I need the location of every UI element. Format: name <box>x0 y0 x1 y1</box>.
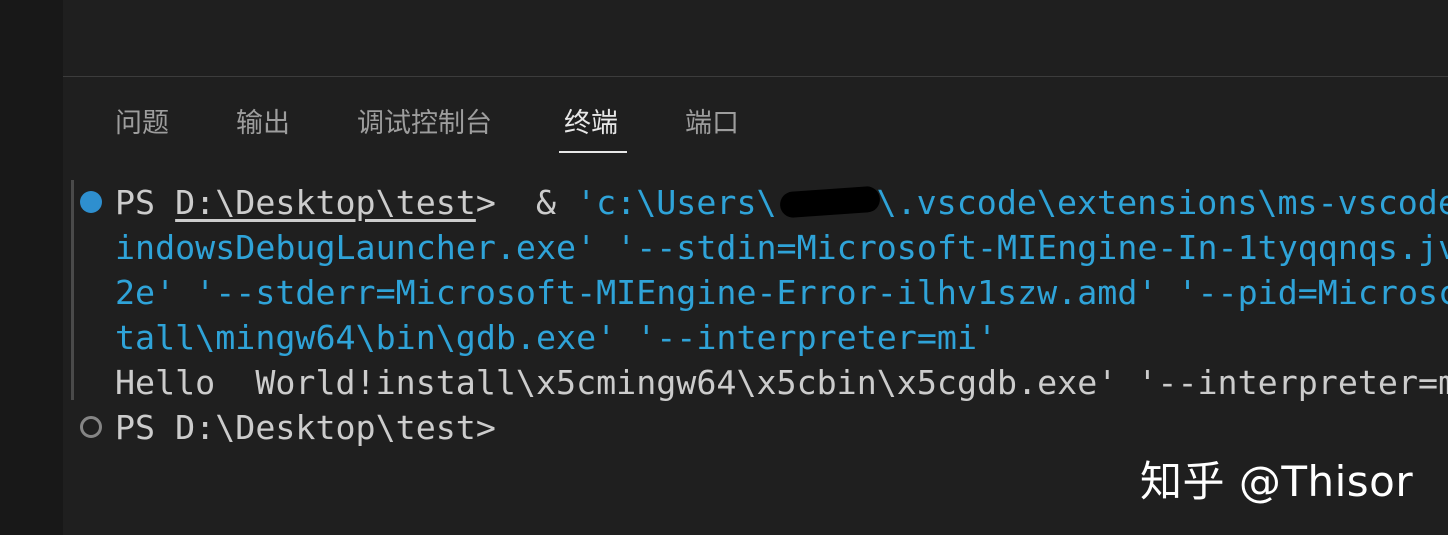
terminal-line-2: indowsDebugLauncher.exe' '--stdin=Micros… <box>115 228 1448 267</box>
tab-problems[interactable]: 问题 <box>115 107 169 141</box>
command-success-decoration-icon[interactable] <box>80 191 102 213</box>
prompt-suffix: > & <box>475 183 577 222</box>
watermark: 知乎 @Thisor <box>1140 457 1414 506</box>
command-group-bar <box>71 180 74 400</box>
command-pending-decoration-icon[interactable] <box>80 416 102 438</box>
editor-area <box>63 0 1448 76</box>
terminal-line-4: tall\mingw64\bin\gdb.exe' '--interpreter… <box>115 318 998 357</box>
prompt-path-link[interactable]: D:\Desktop\test <box>175 183 476 222</box>
tab-terminal[interactable]: 终端 <box>564 107 618 141</box>
tab-debug-console[interactable]: 调试控制台 <box>357 107 492 141</box>
tab-ports[interactable]: 端口 <box>685 107 739 141</box>
terminal-line-3: 2e' '--stderr=Microsoft-MIEngine-Error-i… <box>115 273 1448 312</box>
vscode-window: 问题 输出 调试控制台 终端 端口 PS D:\Desktop\test> & … <box>0 0 1448 535</box>
active-tab-indicator <box>559 151 627 153</box>
activity-bar <box>0 0 63 535</box>
terminal-line-5: Hello World!install\x5cmingw64\x5cbin\x5… <box>115 363 1448 402</box>
tab-output[interactable]: 输出 <box>236 107 290 141</box>
command-text-start: 'c:\Users\ <box>576 183 777 222</box>
terminal-prompt-line: PS D:\Desktop\test> <box>115 408 496 447</box>
command-text-end: \.vscode\extensions\ms-vscode <box>876 183 1448 222</box>
prompt-prefix: PS <box>115 183 176 222</box>
